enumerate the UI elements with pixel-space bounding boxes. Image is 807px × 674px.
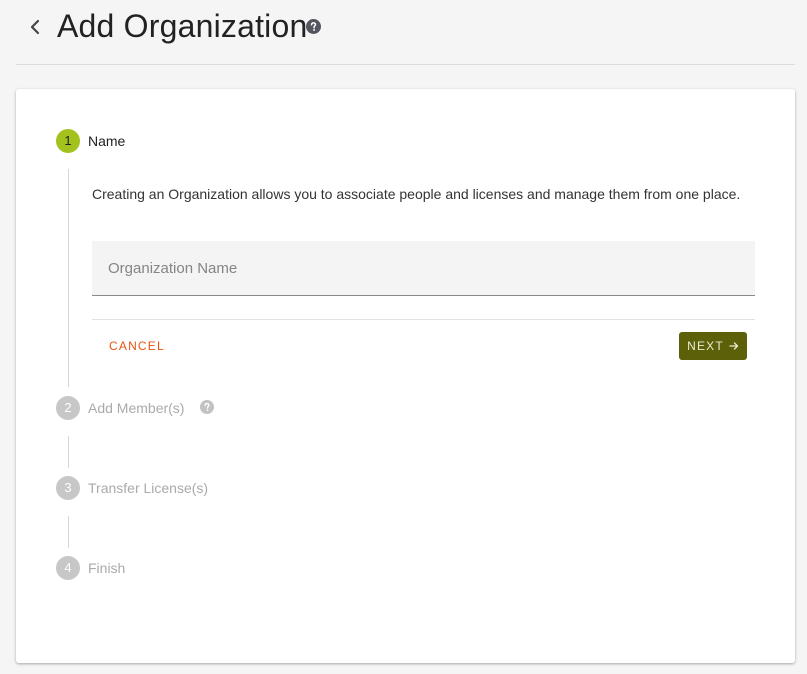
step-2-connector <box>68 436 69 468</box>
page-header: Add Organization <box>0 0 807 64</box>
name-step-description: Creating an Organization allows you to a… <box>92 186 741 202</box>
page-title: Add Organization <box>57 8 308 44</box>
next-button-label: NEXT <box>687 339 724 353</box>
step-1-label: Name <box>88 133 126 149</box>
step-4-label: Finish <box>88 560 126 576</box>
step-2-label: Add Member(s) <box>88 400 185 416</box>
add-organization-card: 1 Name Creating an Organization allows y… <box>16 89 795 663</box>
step-2-circle: 2 <box>56 396 80 420</box>
organization-name-field[interactable] <box>92 241 755 296</box>
actions-divider <box>92 319 755 320</box>
back-button[interactable] <box>22 12 48 42</box>
step-1-connector <box>68 169 69 387</box>
step-3-circle: 3 <box>56 476 80 500</box>
step-4-circle: 4 <box>56 556 80 580</box>
question-circle-icon[interactable] <box>200 400 214 414</box>
arrow-right-icon <box>729 342 739 350</box>
step-3-label: Transfer License(s) <box>88 480 209 496</box>
next-button[interactable]: NEXT <box>679 332 747 360</box>
cancel-button[interactable]: CANCEL <box>100 335 174 357</box>
step-3-connector <box>68 516 69 548</box>
organization-name-input[interactable] <box>92 241 755 295</box>
cancel-button-label: CANCEL <box>109 339 165 353</box>
question-circle-icon[interactable] <box>306 19 321 34</box>
header-divider <box>16 64 795 65</box>
chevron-left-icon <box>30 19 40 35</box>
step-1-circle: 1 <box>56 129 80 153</box>
